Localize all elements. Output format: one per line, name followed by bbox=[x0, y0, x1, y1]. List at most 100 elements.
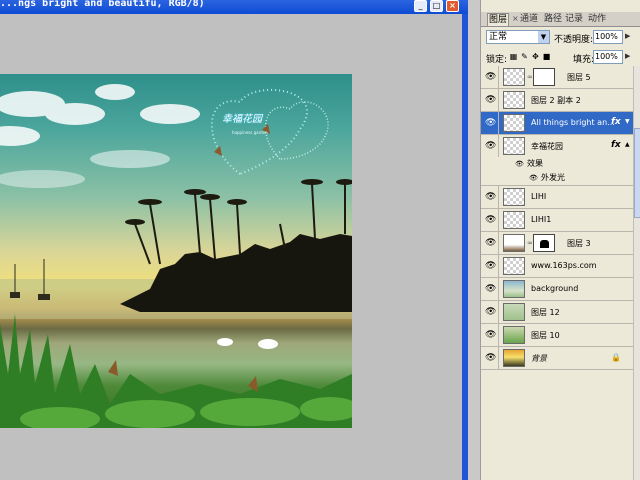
layer-row[interactable]: 👁 图层 2 副本 2 bbox=[481, 89, 633, 112]
collapse-arrow-icon[interactable]: ▲ bbox=[625, 141, 630, 148]
fx-icon[interactable]: fx bbox=[611, 140, 621, 150]
layer-thumbnail bbox=[503, 137, 525, 155]
canvas-area[interactable]: 幸福花园 happiness garden bbox=[0, 14, 462, 480]
layer-row[interactable]: 👁 www.163ps.com bbox=[481, 255, 633, 278]
opacity-input[interactable]: 100% bbox=[593, 30, 623, 44]
scrollbar-thumb[interactable] bbox=[634, 128, 640, 218]
layer-list: 👁 ∞ 图层 5 👁 图层 2 副本 2 👁 All things bright… bbox=[481, 66, 640, 480]
outer-glow-label: 外发光 bbox=[541, 173, 565, 182]
lock-paint-icon[interactable]: ✎ bbox=[520, 52, 529, 61]
document-title: ...ngs bright and beautifu, RGB/8) bbox=[0, 0, 205, 9]
layer-row[interactable]: 👁 ∞ 图层 5 bbox=[481, 66, 633, 89]
lock-transparency-icon[interactable]: ▦ bbox=[509, 52, 518, 61]
layer-thumbnail bbox=[503, 91, 525, 109]
layer-name: background bbox=[531, 284, 579, 293]
layer-thumbnail bbox=[503, 211, 525, 229]
workspace-gap bbox=[468, 0, 480, 480]
eye-icon[interactable]: 👁 bbox=[515, 158, 524, 170]
document-image[interactable]: 幸福花园 happiness garden bbox=[0, 74, 352, 428]
blend-mode-select[interactable]: 正常 ▼ bbox=[486, 30, 550, 44]
layer-name: LIHI1 bbox=[531, 215, 552, 224]
eye-icon[interactable]: 👁 bbox=[485, 353, 496, 363]
image-subtitle-text: happiness garden bbox=[232, 130, 268, 135]
layer-name: 背景 bbox=[531, 354, 547, 363]
eye-icon[interactable]: 👁 bbox=[485, 307, 496, 317]
opacity-label: 不透明度: bbox=[554, 35, 594, 45]
blend-row: 正常 ▼ 不透明度: 100% ▶ bbox=[481, 28, 640, 46]
layer-name: 图层 3 bbox=[567, 239, 591, 248]
fill-label: 填充: bbox=[573, 55, 595, 65]
tab-channels[interactable]: 通道 bbox=[519, 13, 539, 25]
layer-thumbnail bbox=[503, 349, 525, 367]
tab-paths[interactable]: 路径 bbox=[543, 13, 563, 25]
layer-thumbnail bbox=[503, 326, 525, 344]
layer-mask-thumbnail[interactable] bbox=[533, 234, 555, 252]
layer-thumbnail bbox=[503, 114, 525, 132]
blend-mode-value: 正常 bbox=[489, 32, 508, 42]
eye-icon[interactable]: 👁 bbox=[485, 118, 496, 128]
lock-icon: 🔒 bbox=[611, 353, 621, 362]
layer-thumbnail bbox=[503, 280, 525, 298]
tab-layers[interactable]: 图层 bbox=[487, 13, 510, 26]
expand-arrow-icon[interactable]: ▼ bbox=[625, 118, 630, 125]
maximize-button[interactable]: □ bbox=[430, 0, 443, 12]
eye-icon[interactable]: 👁 bbox=[485, 141, 496, 151]
layer-row[interactable]: 👁 图层 10 bbox=[481, 324, 633, 347]
minimize-button[interactable]: _ bbox=[414, 0, 427, 12]
fill-arrow-icon[interactable]: ▶ bbox=[625, 52, 630, 60]
tab-actions[interactable]: 动作 bbox=[587, 13, 607, 25]
layer-row[interactable]: 👁 ∞ 图层 3 bbox=[481, 232, 633, 255]
lock-label: 锁定: bbox=[486, 55, 508, 65]
layer-row[interactable]: 👁 幸福花园 fx ▲ bbox=[481, 135, 633, 157]
layer-row-selected[interactable]: 👁 All things bright an... fx ▼ bbox=[481, 112, 633, 135]
eye-icon[interactable]: 👁 bbox=[485, 72, 496, 82]
layer-row[interactable]: 👁 LIHI1 bbox=[481, 209, 633, 232]
eye-icon[interactable]: 👁 bbox=[485, 238, 496, 248]
document-titlebar[interactable]: ...ngs bright and beautifu, RGB/8) _ □ × bbox=[0, 0, 468, 14]
lock-move-icon[interactable]: ✥ bbox=[531, 52, 540, 61]
fx-icon[interactable]: fx bbox=[611, 117, 621, 127]
layers-panel: 图层 × 通道 路径 记录 动作 正常 ▼ 不透明度: 100% ▶ 锁定: ▦… bbox=[480, 0, 640, 480]
layer-name: LIHI bbox=[531, 192, 547, 201]
layer-row[interactable]: 👁 背景 🔒 bbox=[481, 347, 633, 370]
document-window: ...ngs bright and beautifu, RGB/8) _ □ × bbox=[0, 0, 468, 480]
layer-name: 图层 2 副本 2 bbox=[531, 96, 581, 105]
layer-name: 图层 12 bbox=[531, 308, 560, 317]
dropdown-arrow-icon[interactable]: ▼ bbox=[538, 31, 549, 43]
layer-thumbnail bbox=[503, 257, 525, 275]
layer-name: 图层 5 bbox=[567, 73, 591, 82]
lock-all-icon[interactable]: ■ bbox=[542, 52, 551, 61]
layer-thumbnail bbox=[503, 234, 525, 252]
chain-icon[interactable]: ∞ bbox=[527, 73, 533, 81]
opacity-arrow-icon[interactable]: ▶ bbox=[625, 32, 630, 40]
eye-icon[interactable]: 👁 bbox=[485, 215, 496, 225]
layer-thumbnail bbox=[503, 188, 525, 206]
tab-history[interactable]: 记录 bbox=[564, 13, 584, 25]
layer-name: All things bright an... bbox=[531, 118, 615, 127]
eye-icon[interactable]: 👁 bbox=[485, 95, 496, 105]
outer-glow-row[interactable]: 👁 外发光 bbox=[481, 172, 633, 186]
panel-tab-bar: 图层 × 通道 路径 记录 动作 bbox=[481, 12, 640, 27]
layer-row[interactable]: 👁 图层 12 bbox=[481, 301, 633, 324]
layer-thumbnail bbox=[503, 303, 525, 321]
effects-row[interactable]: 👁 效果 bbox=[481, 158, 633, 170]
eye-icon[interactable]: 👁 bbox=[485, 284, 496, 294]
eye-icon[interactable]: 👁 bbox=[529, 172, 538, 184]
layer-row[interactable]: 👁 background bbox=[481, 278, 633, 301]
layer-mask-thumbnail[interactable] bbox=[533, 68, 555, 86]
layer-row[interactable]: 👁 LIHI bbox=[481, 186, 633, 209]
eye-icon[interactable]: 👁 bbox=[485, 261, 496, 271]
eye-icon[interactable]: 👁 bbox=[485, 330, 496, 340]
eye-icon[interactable]: 👁 bbox=[485, 192, 496, 202]
close-button[interactable]: × bbox=[446, 0, 459, 12]
lock-row: 锁定: ▦ ✎ ✥ ■ 填充: 100% ▶ bbox=[481, 48, 640, 67]
image-title-text: 幸福花园 bbox=[222, 114, 262, 125]
panel-scrollbar[interactable] bbox=[633, 66, 640, 480]
chain-icon[interactable]: ∞ bbox=[527, 239, 533, 247]
fill-input[interactable]: 100% bbox=[593, 50, 623, 64]
layer-name: 幸福花园 bbox=[531, 142, 563, 151]
layer-thumbnail bbox=[503, 68, 525, 86]
layer-name: 图层 10 bbox=[531, 331, 560, 340]
layer-name: www.163ps.com bbox=[531, 261, 597, 270]
effects-label: 效果 bbox=[527, 159, 543, 168]
